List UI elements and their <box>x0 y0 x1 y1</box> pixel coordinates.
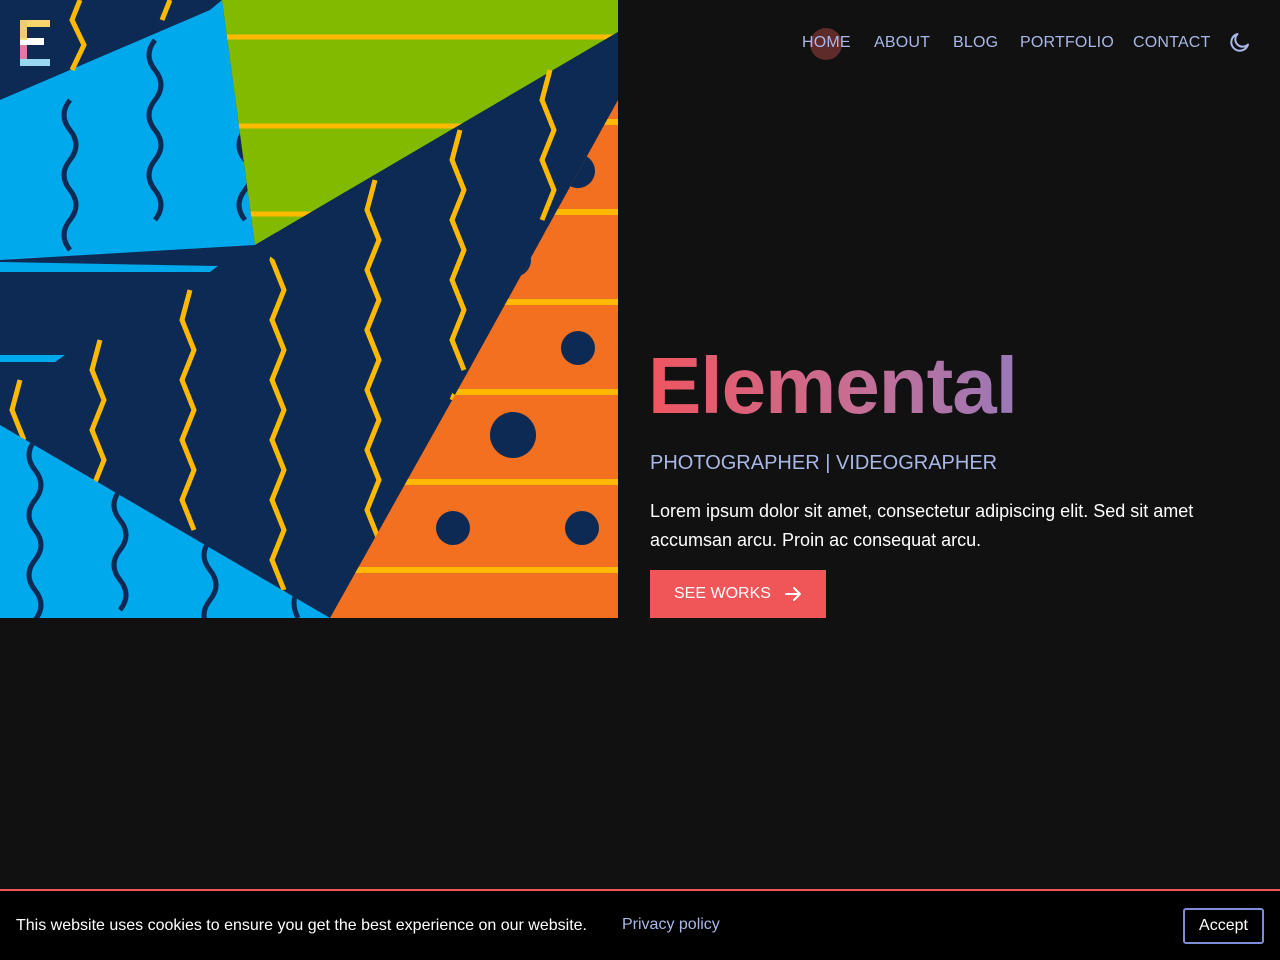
theme-toggle-button[interactable] <box>1228 30 1252 54</box>
privacy-policy-link[interactable]: Privacy policy <box>622 914 720 936</box>
hero-title: Elemental <box>648 338 1018 434</box>
nav-item-home[interactable]: HOME <box>802 28 851 60</box>
nav-item-portfolio[interactable]: PORTFOLIO <box>1020 30 1114 56</box>
hero-subtitle: PHOTOGRAPHER | VIDEOGRAPHER <box>650 452 998 474</box>
site-logo[interactable] <box>16 16 56 68</box>
nav-item-blog[interactable]: BLOG <box>953 30 998 56</box>
moon-icon <box>1230 33 1249 52</box>
hero-description: Lorem ipsum dolor sit amet, consectetur … <box>650 501 1194 550</box>
accept-cookies-button[interactable]: Accept <box>1183 908 1264 944</box>
abstract-geometric-artwork <box>0 0 618 618</box>
hero-illustration <box>0 0 618 618</box>
nav-item-about[interactable]: ABOUT <box>874 30 930 56</box>
logo-letter-e-icon <box>20 20 50 66</box>
arrow-right-icon <box>784 587 801 601</box>
cookie-message: This website uses cookies to ensure you … <box>16 917 587 934</box>
see-works-label: SEE WORKS <box>674 585 771 602</box>
nav-item-contact[interactable]: CONTACT <box>1133 30 1211 56</box>
see-works-button[interactable]: SEE WORKS <box>650 570 826 618</box>
cookie-banner: This website uses cookies to ensure you … <box>0 889 1280 960</box>
